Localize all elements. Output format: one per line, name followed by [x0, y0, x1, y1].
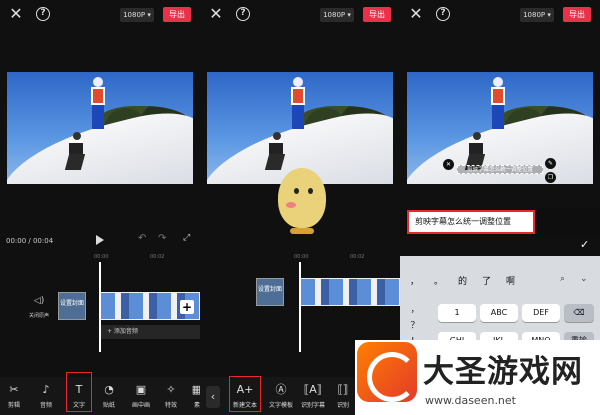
site-watermark: 大圣游戏网 www.daseen.net	[355, 340, 600, 415]
playhead[interactable]	[99, 262, 101, 352]
resolution-label: 1080P	[323, 11, 346, 19]
key-def[interactable]: DEF	[522, 304, 560, 322]
tool-effects[interactable]: ✧ 特效	[160, 383, 182, 409]
undo-icon[interactable]: ↶	[138, 233, 146, 244]
candidate-word[interactable]: 啊	[506, 274, 515, 287]
recognize-icon: ⟦A⟧	[303, 383, 323, 396]
close-icon[interactable]: ✕	[7, 5, 25, 23]
set-cover-button[interactable]: 设置封面	[256, 278, 284, 306]
set-cover-button[interactable]: 设置封面	[58, 292, 86, 320]
confirm-check-icon[interactable]: ✓	[580, 238, 589, 251]
tool-label: 文字模板	[268, 402, 293, 409]
mute-label: 关闭原声	[29, 313, 50, 319]
video-preview[interactable]	[7, 72, 193, 184]
highlight-box	[229, 376, 261, 412]
candidate-word[interactable]: ，	[410, 274, 419, 287]
candidate-bar: ， 。 的 了 啊 ⌕ ⌄	[400, 274, 600, 292]
tool-audio[interactable]: ♪ 音频	[35, 383, 57, 409]
help-icon[interactable]: ?	[436, 7, 450, 21]
key-abc[interactable]: ABC	[480, 304, 518, 322]
caption-text-box[interactable]: 剪映字幕怎么统一调整位置	[457, 165, 543, 174]
top-bar: ✕ ? 1080P ▾ 导出	[400, 0, 600, 30]
highlight-box	[407, 210, 535, 234]
bottom-toolbar: ✂ 剪辑 ♪ 音频 T 文字 ◔ 贴纸 ▣ 画中画 ✧ 特效 ▦ 素	[0, 377, 200, 415]
ruler-tick: 00:00	[94, 254, 109, 260]
add-clip-button[interactable]: +	[180, 300, 194, 314]
fullscreen-icon[interactable]: ⤢	[183, 233, 190, 243]
play-icon[interactable]	[96, 235, 104, 245]
tool-recognize-subtitle[interactable]: ⟦A⟧ 识别字幕	[298, 383, 328, 409]
candidate-word[interactable]: 的	[458, 274, 467, 287]
highlight-box	[66, 372, 92, 412]
resolution-label: 1080P	[123, 11, 146, 19]
export-button[interactable]: 导出	[163, 7, 191, 22]
help-icon[interactable]: ?	[36, 7, 50, 21]
tool-edit[interactable]: ✂ 剪辑	[3, 383, 25, 409]
resolution-select[interactable]: 1080P ▾	[120, 8, 154, 22]
sticker-icon: ◔	[104, 383, 114, 396]
tool-label: 音频	[39, 402, 52, 409]
effects-icon: ✧	[166, 383, 176, 396]
resolution-label: 1080P	[523, 11, 546, 19]
top-bar: ✕ ? 1080P ▾ 导出	[0, 0, 200, 30]
mute-original-button[interactable]: ◁) 关闭原声	[29, 296, 49, 319]
time-display: 00:00 / 00:04	[6, 237, 54, 245]
key-1[interactable]: 1	[438, 304, 476, 322]
ruler-tick: 00:02	[150, 254, 165, 260]
tool-text-template[interactable]: Ⓐ 文字模板	[266, 383, 296, 409]
tool-label: 识别	[336, 402, 349, 409]
tool-pip[interactable]: ▣ 画中画	[130, 383, 152, 409]
add-audio-button[interactable]: + 添加音频	[101, 325, 200, 339]
template-icon: Ⓐ	[275, 383, 287, 396]
export-button[interactable]: 导出	[363, 7, 391, 22]
watermark-url: www.daseen.net	[425, 394, 516, 407]
tool-label: 剪辑	[7, 402, 20, 409]
site-logo-icon	[357, 342, 417, 402]
help-icon[interactable]: ?	[236, 7, 250, 21]
collapse-keyboard-icon[interactable]: ⌄	[580, 274, 588, 284]
scissors-icon: ✂	[9, 383, 19, 396]
video-clip-track[interactable]	[300, 278, 400, 306]
ruler-tick: 00:00	[294, 254, 309, 260]
side-key[interactable]: ？	[404, 318, 426, 334]
mascot-chick	[272, 160, 332, 250]
redo-icon[interactable]: ↷	[158, 233, 166, 244]
close-icon[interactable]: ✕	[407, 5, 425, 23]
copy-caption-icon[interactable]: ❐	[545, 172, 556, 183]
video-preview[interactable]: 剪映字幕怎么统一调整位置 ✕ ✎ ❐	[407, 72, 593, 184]
tool-label: 识别字幕	[300, 402, 325, 409]
recognize-lyrics-icon: ⟦⟧	[337, 383, 349, 396]
tool-label: 贴纸	[102, 402, 115, 409]
side-key[interactable]: ，	[404, 302, 426, 318]
candidate-word[interactable]: 。	[434, 274, 443, 287]
top-bar: ✕ ? 1080P ▾ 导出	[200, 0, 400, 30]
tool-sticker[interactable]: ◔ 贴纸	[98, 383, 120, 409]
search-icon[interactable]: ⌕	[560, 274, 565, 284]
music-icon: ♪	[42, 383, 50, 396]
speaker-icon: ◁)	[33, 296, 45, 306]
tool-label: 画中画	[131, 402, 150, 409]
delete-caption-icon[interactable]: ✕	[443, 159, 454, 170]
edit-caption-icon[interactable]: ✎	[545, 158, 556, 169]
resolution-select[interactable]: 1080P ▾	[320, 8, 354, 22]
export-button[interactable]: 导出	[563, 7, 591, 22]
tool-recognize[interactable]: ⟦⟧ 识别	[332, 383, 354, 409]
editor-panel-main: ✕ ? 1080P ▾ 导出 00:00 / 00:04 ↶ ↷ ⤢ 00:00…	[0, 0, 200, 415]
delete-key[interactable]: ⌫	[564, 304, 594, 322]
candidate-word[interactable]: 了	[482, 274, 491, 287]
close-icon[interactable]: ✕	[207, 5, 225, 23]
back-icon[interactable]: ‹	[206, 386, 220, 408]
playhead[interactable]	[299, 262, 301, 352]
material-icon: ▦	[191, 383, 200, 396]
tool-material[interactable]: ▦ 素	[186, 383, 200, 409]
tool-label: 特效	[164, 402, 177, 409]
watermark-title: 大圣游戏网	[423, 354, 583, 390]
pip-icon: ▣	[135, 383, 147, 396]
resolution-select[interactable]: 1080P ▾	[520, 8, 554, 22]
ruler-tick: 00:02	[350, 254, 365, 260]
